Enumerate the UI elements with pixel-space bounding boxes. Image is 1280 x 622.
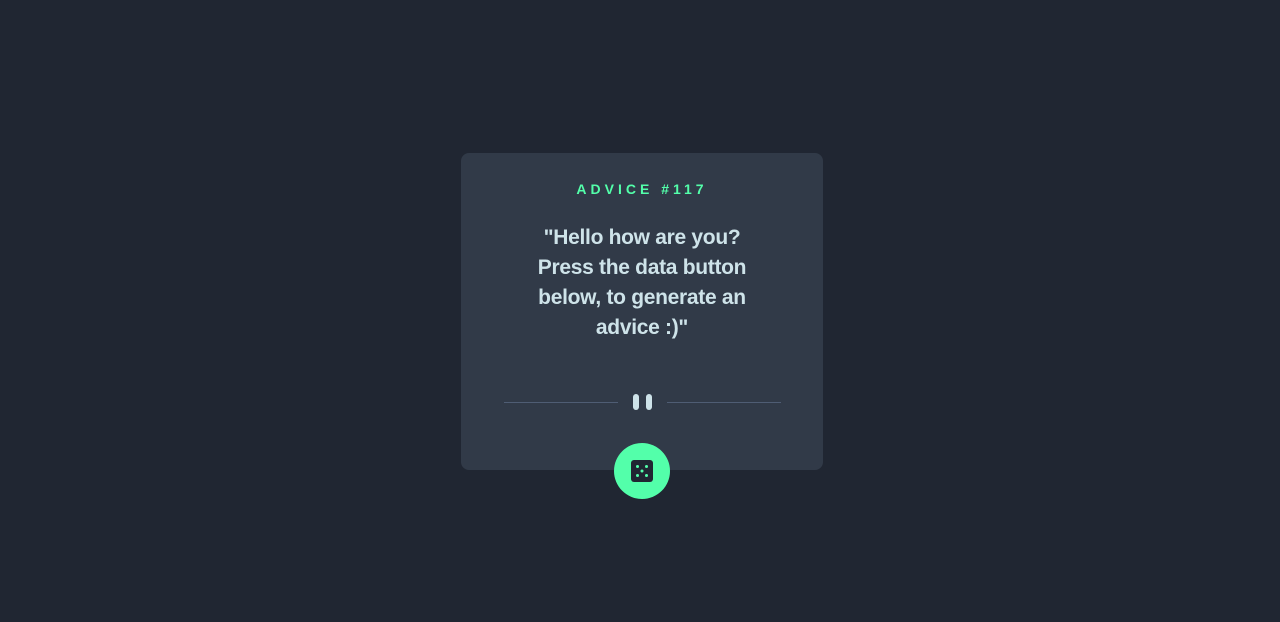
divider-line-left bbox=[504, 402, 618, 403]
advice-card: ADVICE #117 "Hello how are you? Press th… bbox=[461, 153, 823, 470]
dice-icon bbox=[631, 460, 653, 482]
pause-icon bbox=[633, 394, 653, 410]
advice-quote-container: "Hello how are you? Press the data butto… bbox=[461, 223, 823, 343]
advice-quote: "Hello how are you? Press the data butto… bbox=[537, 226, 747, 339]
divider-line-right bbox=[667, 402, 781, 403]
advice-id-label: ADVICE #117 bbox=[576, 181, 708, 197]
divider bbox=[504, 394, 781, 410]
generate-advice-button[interactable] bbox=[614, 443, 670, 499]
